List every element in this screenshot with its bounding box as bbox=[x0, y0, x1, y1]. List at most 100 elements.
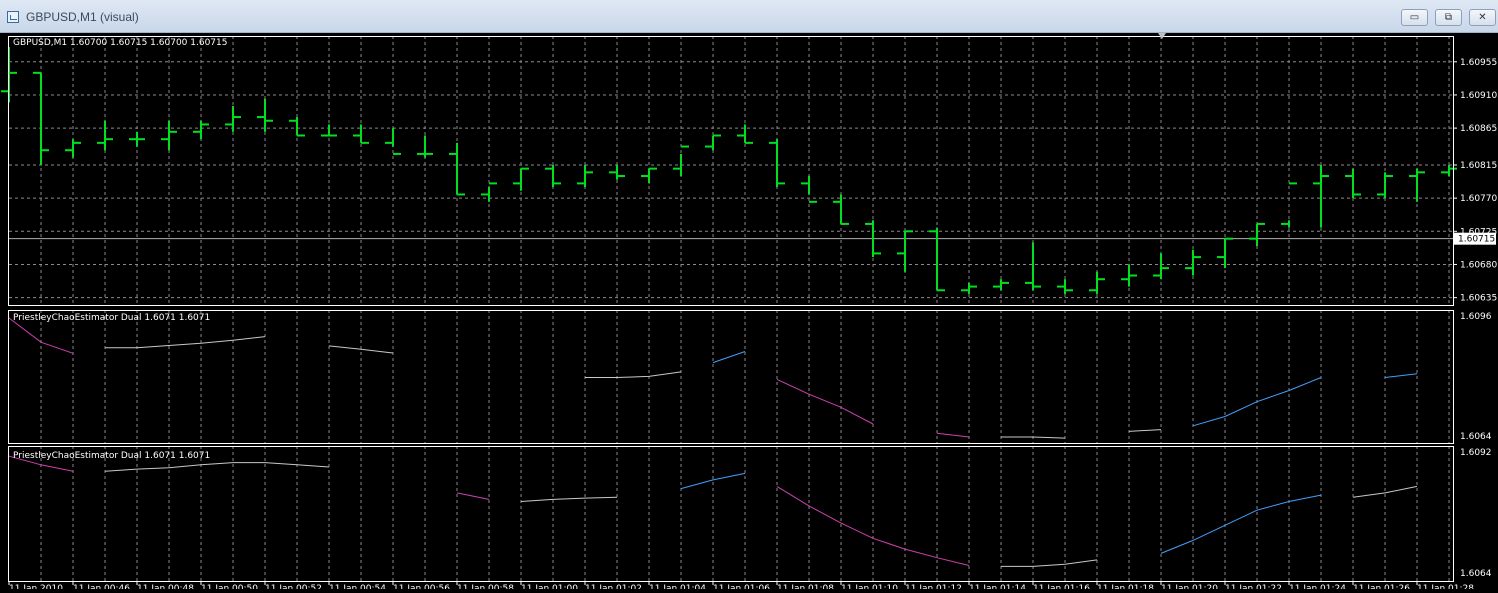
ohlc-bar bbox=[1377, 172, 1393, 199]
indicator2-grid bbox=[40, 446, 1450, 581]
time-axis-label: 11 Jan 01:10 bbox=[841, 584, 898, 589]
ohlc-bar bbox=[417, 135, 433, 158]
indicator2-scale-top: 1.6092 bbox=[1460, 448, 1492, 458]
time-axis-label: 11 Jan 01:18 bbox=[1097, 584, 1154, 589]
price-axis: 1.60955 1.60910 1.60865 1.60815 1.60770 1.607… bbox=[1453, 58, 1497, 304]
price-axis-label: 1.60770 bbox=[1460, 194, 1497, 204]
ohlc-bar bbox=[1345, 168, 1361, 199]
ohlc-bar bbox=[897, 230, 913, 272]
ohlc-bar bbox=[641, 167, 657, 184]
time-axis-label: 11 Jan 01:00 bbox=[521, 584, 578, 589]
ohlc-bar bbox=[1153, 253, 1169, 280]
window-title: GBPUSD,M1 (visual) bbox=[26, 10, 139, 24]
indicator-line-segment bbox=[105, 336, 266, 349]
ohlc-bar bbox=[1089, 271, 1105, 294]
indicator-line-segment bbox=[585, 371, 682, 378]
time-axis-label: 11 Jan 01:06 bbox=[713, 584, 770, 589]
ohlc-bar bbox=[321, 124, 337, 137]
pane-frame bbox=[8, 36, 1454, 306]
indicator-line-segment bbox=[520, 496, 618, 502]
time-axis-label: 11 Jan 00:54 bbox=[329, 584, 386, 589]
ohlc-bar bbox=[833, 194, 849, 225]
time-axis-label: 11 Jan 01:26 bbox=[1353, 584, 1410, 589]
minimize-button[interactable]: ▭ bbox=[1401, 9, 1428, 26]
indicator1-grid bbox=[40, 310, 1450, 443]
price-axis-label: 1.60865 bbox=[1460, 124, 1497, 134]
ohlc-bar bbox=[929, 227, 945, 292]
indicator-line-segment bbox=[776, 378, 874, 425]
indicator1-scale-bottom: 1.6064 bbox=[1460, 432, 1492, 442]
indicator-line-segment bbox=[680, 472, 746, 490]
ohlc-bar bbox=[65, 139, 81, 158]
main-chart-header: GBPUSD,M1 1.60700 1.60715 1.60700 1.6071… bbox=[13, 38, 227, 48]
indicator-line-segment bbox=[1128, 429, 1162, 432]
indicator-line-segment bbox=[1001, 559, 1098, 567]
time-axis-label: 11 Jan 01:20 bbox=[1161, 584, 1218, 589]
price-bars bbox=[1, 47, 1457, 294]
indicator1-header: PriestleyChaoEstimator Dual 1.6071 1.607… bbox=[13, 313, 210, 323]
indicator-line-segment bbox=[1160, 494, 1322, 554]
ohlc-bar bbox=[769, 139, 785, 188]
time-axis-label: 11 Jan 00:48 bbox=[137, 584, 194, 589]
ohlc-bar bbox=[1441, 164, 1457, 177]
time-axis-label: 11 Jan 01:16 bbox=[1033, 584, 1090, 589]
ohlc-bar bbox=[1217, 237, 1233, 269]
ohlc-bar bbox=[961, 282, 977, 294]
time-axis: 11 Jan 2010 11 Jan 00:46 11 Jan 00:48 11 Ja… bbox=[8, 581, 1474, 593]
time-axis-label: 11 Jan 2010 bbox=[9, 584, 63, 589]
time-axis-label: 11 Jan 01:28 bbox=[1417, 584, 1474, 589]
time-axis-label: 11 Jan 00:58 bbox=[457, 584, 514, 589]
time-axis-label: 11 Jan 01:22 bbox=[1225, 584, 1282, 589]
indicator2-scale-bottom: 1.6064 bbox=[1460, 569, 1492, 579]
ohlc-bar bbox=[129, 131, 145, 147]
time-axis-label: 11 Jan 00:52 bbox=[265, 584, 322, 589]
time-axis-label: 11 Jan 00:46 bbox=[73, 584, 130, 589]
chart-canvas[interactable]: 1.60955 1.60910 1.60865 1.60815 1.60770 1.607… bbox=[0, 33, 1498, 593]
pane-frame bbox=[8, 310, 1454, 444]
indicator-line-segment bbox=[1384, 373, 1418, 378]
time-axis-label: 11 Jan 01:14 bbox=[969, 584, 1026, 589]
indicator2-header: PriestleyChaoEstimator Dual 1.6071 1.607… bbox=[13, 451, 210, 461]
indicator-line-segment bbox=[104, 462, 330, 472]
ohlc-bar bbox=[257, 98, 273, 132]
price-axis-label: 1.60955 bbox=[1460, 58, 1497, 68]
indicator-line-segment bbox=[712, 351, 746, 364]
time-axis-label: 11 Jan 01:12 bbox=[905, 584, 962, 589]
time-axis-label: 11 Jan 01:04 bbox=[649, 584, 706, 589]
ohlc-bar bbox=[993, 279, 1009, 291]
time-axis-label: 11 Jan 01:24 bbox=[1289, 584, 1346, 589]
ohlc-bar bbox=[737, 124, 753, 144]
ohlc-bar bbox=[1025, 242, 1041, 291]
indicator-line-segment bbox=[936, 432, 970, 438]
ohlc-bar bbox=[353, 124, 369, 144]
ohlc-bar bbox=[33, 71, 49, 165]
ohlc-bar bbox=[705, 134, 721, 151]
window-titlebar: GBPUSD,M1 (visual) ▭ ⧉ ✕ bbox=[0, 0, 1498, 33]
ohlc-bar bbox=[161, 120, 177, 151]
ohlc-bar bbox=[289, 117, 305, 137]
ohlc-bar bbox=[449, 142, 465, 196]
ohlc-bar bbox=[577, 164, 593, 188]
time-axis-label: 11 Jan 01:08 bbox=[777, 584, 834, 589]
ohlc-bar bbox=[609, 164, 625, 180]
price-axis-label: 1.60680 bbox=[1460, 260, 1497, 270]
ohlc-bar bbox=[1057, 279, 1073, 294]
pane-frame bbox=[8, 446, 1454, 582]
price-axis-label: 1.60910 bbox=[1460, 91, 1497, 101]
ohlc-bar bbox=[1313, 164, 1329, 228]
ohlc-bar bbox=[1409, 168, 1425, 202]
price-axis-label: 1.60635 bbox=[1460, 294, 1497, 304]
ohlc-bar bbox=[1121, 264, 1137, 287]
main-grid bbox=[9, 36, 1453, 305]
time-axis-label: 11 Jan 01:02 bbox=[585, 584, 642, 589]
pane-frames bbox=[8, 36, 1454, 582]
ohlc-bar bbox=[97, 120, 113, 151]
time-axis-label: 11 Jan 00:56 bbox=[393, 584, 450, 589]
indicator1-scale-top: 1.6096 bbox=[1460, 312, 1492, 322]
close-button[interactable]: ✕ bbox=[1469, 9, 1496, 26]
ohlc-bar bbox=[545, 164, 561, 188]
current-price-label: 1.60715 bbox=[1458, 235, 1495, 245]
ohlc-bar bbox=[1249, 222, 1265, 247]
restore-button[interactable]: ⧉ bbox=[1435, 9, 1462, 26]
chart-area[interactable]: 1.60955 1.60910 1.60865 1.60815 1.60770 1.607… bbox=[0, 33, 1498, 593]
